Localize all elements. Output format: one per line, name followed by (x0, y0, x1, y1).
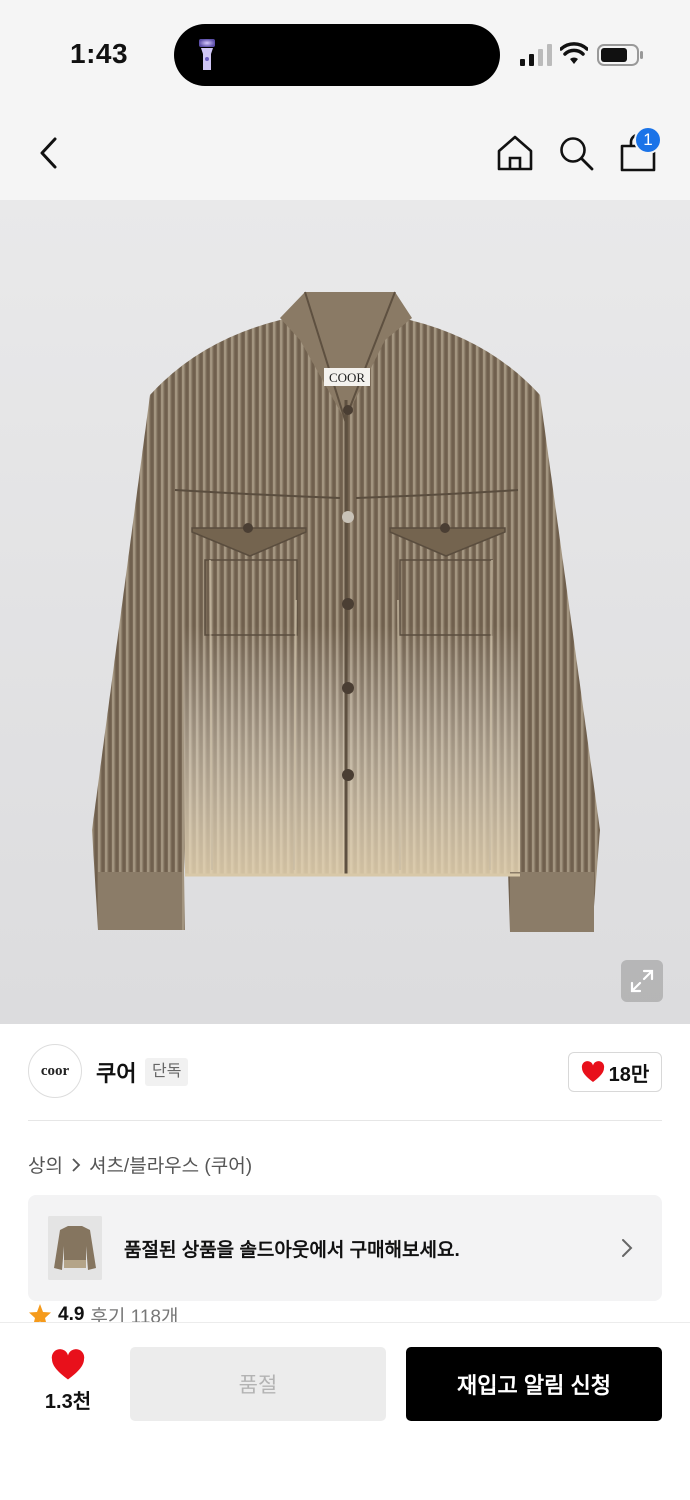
brand-like-count: 18만 (608, 1063, 650, 1086)
heart-icon (51, 1349, 85, 1380)
chevron-right-icon (72, 1157, 81, 1172)
brand-row: coor 쿠어 단독 18만 (28, 1044, 662, 1100)
status-time: 1:43 (70, 38, 129, 69)
jacket-thumbnail-image (48, 1216, 102, 1280)
flashlight-icon (199, 39, 215, 70)
svg-text:COOR: COOR (329, 370, 365, 385)
search-icon (560, 137, 594, 171)
home-button[interactable] (492, 130, 538, 176)
divider (28, 1120, 662, 1121)
product-like-count: 1.3천 (44, 1391, 92, 1413)
breadcrumb-item-category[interactable]: 상의 (28, 1151, 63, 1178)
breadcrumb-item-subcategory[interactable]: 셔츠/블라우스 (쿠어) (89, 1151, 252, 1178)
search-button[interactable] (553, 130, 599, 176)
cart-count-badge: 1 (634, 126, 662, 154)
restock-alert-button[interactable]: 재입고 알림 신청 (406, 1347, 662, 1421)
zoom-image-button[interactable] (621, 960, 663, 1002)
back-button[interactable] (26, 130, 72, 176)
product-image[interactable]: COOR (0, 200, 690, 1024)
top-navigation (0, 108, 690, 200)
cellular-signal-icon (520, 44, 552, 66)
bottom-action-bar: 1.3천 품절 재입고 알림 신청 (0, 1322, 690, 1500)
dynamic-island (174, 24, 500, 86)
soldout-button: 품절 (130, 1347, 386, 1421)
soldout-thumbnail (48, 1216, 102, 1280)
expand-icon (630, 969, 654, 993)
chevron-right-icon (622, 1239, 633, 1257)
exclusive-badge: 단독 (145, 1058, 189, 1086)
battery-icon (597, 44, 643, 66)
home-icon (497, 135, 533, 171)
breadcrumb: 상의 셔츠/블라우스 (쿠어) (28, 1151, 252, 1178)
chevron-left-icon (40, 137, 57, 169)
heart-icon (581, 1061, 604, 1082)
brand-logo[interactable]: coor (28, 1044, 82, 1098)
soldout-banner-text: 품절된 상품을 솔드아웃에서 구매해보세요. (124, 1240, 460, 1261)
brand-like-button[interactable]: 18만 (568, 1052, 662, 1092)
product-like-button[interactable]: 1.3천 (30, 1349, 106, 1419)
status-bar: 1:43 (0, 0, 690, 108)
soldout-banner[interactable]: 품절된 상품을 솔드아웃에서 구매해보세요. (28, 1195, 662, 1301)
corduroy-jacket-image: COOR (92, 291, 600, 932)
wifi-icon (560, 42, 588, 64)
brand-name[interactable]: 쿠어 (96, 1056, 136, 1088)
